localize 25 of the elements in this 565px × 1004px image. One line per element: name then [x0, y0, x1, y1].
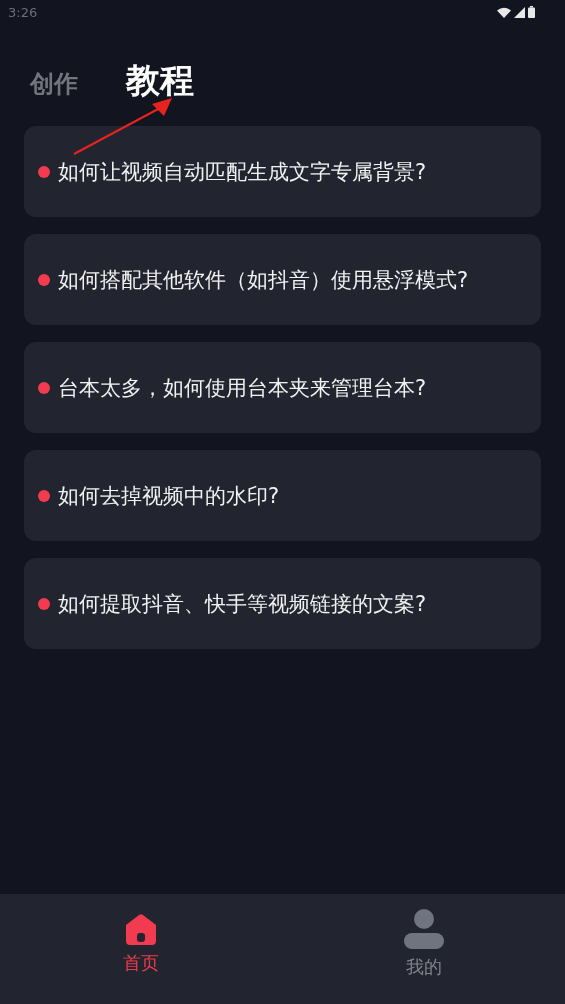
battery-icon — [528, 6, 535, 18]
bullet-dot-icon — [38, 489, 50, 502]
tab[interactable]: 教程 — [126, 58, 194, 104]
signal-icon — [514, 6, 525, 18]
nav-item[interactable]: 首页 — [0, 894, 283, 1004]
tutorial-card[interactable]: 台本太多，如何使用台本夹来管理台本? — [24, 342, 541, 433]
tutorial-title: 如何搭配其他软件（如抖音）使用悬浮模式? — [58, 266, 469, 294]
bullet-dot-icon — [38, 165, 50, 178]
bullet-dot-icon — [38, 273, 50, 286]
tutorial-card[interactable]: 如何搭配其他软件（如抖音）使用悬浮模式? — [24, 234, 541, 325]
status-time: 3:26 — [8, 4, 38, 20]
tab[interactable]: 创作 — [30, 68, 78, 100]
tutorial-title: 台本太多，如何使用台本夹来管理台本? — [58, 374, 427, 402]
tutorial-title: 如何去掉视频中的水印? — [58, 482, 280, 510]
nav-item[interactable]: 我的 — [282, 894, 565, 1004]
bullet-dot-icon — [38, 597, 50, 610]
home-icon — [124, 913, 159, 945]
tutorial-card[interactable]: 如何提取抖音、快手等视频链接的文案? — [24, 558, 541, 649]
tutorial-title: 如何让视频自动匹配生成文字专属背景? — [58, 158, 427, 186]
tutorial-title: 如何提取抖音、快手等视频链接的文案? — [58, 590, 427, 618]
tutorial-card[interactable]: 如何去掉视频中的水印? — [24, 450, 541, 541]
bullet-dot-icon — [38, 381, 50, 394]
tutorial-card[interactable]: 如何让视频自动匹配生成文字专属背景? — [24, 126, 541, 217]
person-icon — [403, 909, 444, 949]
wifi-icon — [497, 6, 511, 18]
